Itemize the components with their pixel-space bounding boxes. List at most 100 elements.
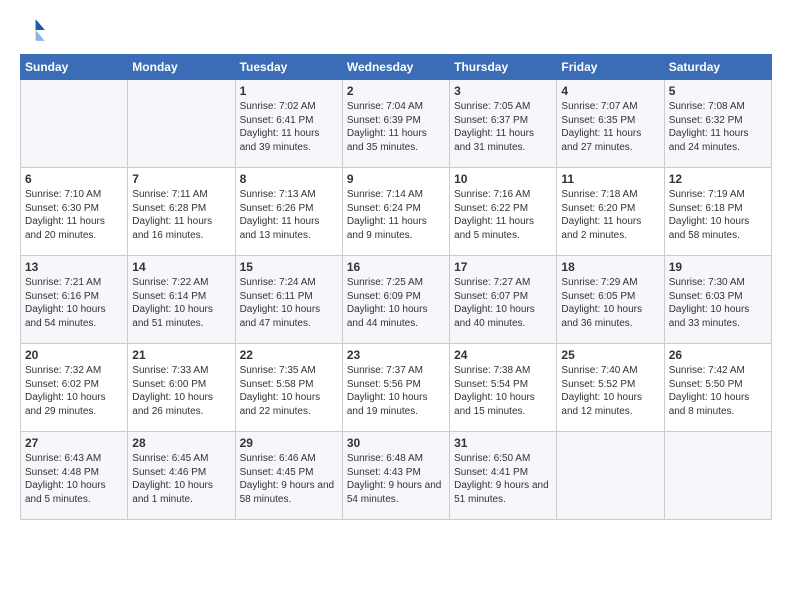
day-number: 15	[240, 260, 338, 274]
weekday-header-thursday: Thursday	[450, 55, 557, 80]
calendar-cell: 26 Sunrise: 7:42 AMSunset: 5:50 PMDayligh…	[664, 344, 771, 432]
day-info: Sunrise: 6:45 AMSunset: 4:46 PMDaylight:…	[132, 452, 230, 506]
day-info: Sunrise: 7:16 AMSunset: 6:22 PMDaylight:…	[454, 188, 552, 242]
day-info: Sunrise: 7:29 AMSunset: 6:05 PMDaylight:…	[561, 276, 659, 330]
day-info: Sunrise: 6:50 AMSunset: 4:41 PMDaylight:…	[454, 452, 552, 506]
day-number: 2	[347, 84, 445, 98]
day-info: Sunrise: 7:27 AMSunset: 6:07 PMDaylight:…	[454, 276, 552, 330]
weekday-header-tuesday: Tuesday	[235, 55, 342, 80]
day-info: Sunrise: 7:38 AMSunset: 5:54 PMDaylight:…	[454, 364, 552, 418]
calendar-cell: 23 Sunrise: 7:37 AMSunset: 5:56 PMDayligh…	[342, 344, 449, 432]
calendar-cell: 1Sunrise: 7:02 AMSunset: 6:41 PMDaylight…	[235, 80, 342, 168]
day-info: Sunrise: 7:22 AMSunset: 6:14 PMDaylight:…	[132, 276, 230, 330]
day-number: 25	[561, 348, 659, 362]
week-row-5: 27 Sunrise: 6:43 AMSunset: 4:48 PMDayligh…	[21, 432, 772, 520]
day-info: Sunrise: 7:10 AMSunset: 6:30 PMDaylight:…	[25, 188, 123, 242]
weekday-header-monday: Monday	[128, 55, 235, 80]
day-info: Sunrise: 7:24 AMSunset: 6:11 PMDaylight:…	[240, 276, 338, 330]
week-row-4: 20 Sunrise: 7:32 AMSunset: 6:02 PMDayligh…	[21, 344, 772, 432]
day-info: Sunrise: 6:46 AMSunset: 4:45 PMDaylight:…	[240, 452, 338, 506]
day-number: 7	[132, 172, 230, 186]
calendar-cell: 29 Sunrise: 6:46 AMSunset: 4:45 PMDayligh…	[235, 432, 342, 520]
day-info: Sunrise: 6:48 AMSunset: 4:43 PMDaylight:…	[347, 452, 445, 506]
day-number: 31	[454, 436, 552, 450]
day-number: 5	[669, 84, 767, 98]
day-info: Sunrise: 7:33 AMSunset: 6:00 PMDaylight:…	[132, 364, 230, 418]
day-number: 22	[240, 348, 338, 362]
day-number: 8	[240, 172, 338, 186]
week-row-3: 13Sunrise: 7:21 AMSunset: 6:16 PMDayligh…	[21, 256, 772, 344]
week-row-1: 1Sunrise: 7:02 AMSunset: 6:41 PMDaylight…	[21, 80, 772, 168]
calendar-cell: 10 Sunrise: 7:16 AMSunset: 6:22 PMDayligh…	[450, 168, 557, 256]
calendar-cell: 4 Sunrise: 7:07 AMSunset: 6:35 PMDaylight…	[557, 80, 664, 168]
day-number: 19	[669, 260, 767, 274]
calendar-cell: 19 Sunrise: 7:30 AMSunset: 6:03 PMDayligh…	[664, 256, 771, 344]
day-info: Sunrise: 7:25 AMSunset: 6:09 PMDaylight:…	[347, 276, 445, 330]
weekday-header-row: SundayMondayTuesdayWednesdayThursdayFrid…	[21, 55, 772, 80]
day-number: 23	[347, 348, 445, 362]
calendar-cell: 12Sunrise: 7:19 AMSunset: 6:18 PMDayligh…	[664, 168, 771, 256]
day-info: Sunrise: 7:40 AMSunset: 5:52 PMDaylight:…	[561, 364, 659, 418]
calendar-cell	[21, 80, 128, 168]
day-info: Sunrise: 7:05 AMSunset: 6:37 PMDaylight:…	[454, 100, 552, 154]
calendar-cell: 2 Sunrise: 7:04 AMSunset: 6:39 PMDaylight…	[342, 80, 449, 168]
day-number: 20	[25, 348, 123, 362]
day-number: 24	[454, 348, 552, 362]
day-number: 9	[347, 172, 445, 186]
weekday-header-sunday: Sunday	[21, 55, 128, 80]
day-number: 10	[454, 172, 552, 186]
day-number: 16	[347, 260, 445, 274]
day-info: Sunrise: 7:21 AMSunset: 6:16 PMDaylight:…	[25, 276, 123, 330]
day-info: Sunrise: 7:07 AMSunset: 6:35 PMDaylight:…	[561, 100, 659, 154]
day-info: Sunrise: 7:04 AMSunset: 6:39 PMDaylight:…	[347, 100, 445, 154]
week-row-2: 6 Sunrise: 7:10 AMSunset: 6:30 PMDaylight…	[21, 168, 772, 256]
calendar-cell: 5 Sunrise: 7:08 AMSunset: 6:32 PMDaylight…	[664, 80, 771, 168]
calendar-cell: 3 Sunrise: 7:05 AMSunset: 6:37 PMDaylight…	[450, 80, 557, 168]
day-number: 28	[132, 436, 230, 450]
weekday-header-saturday: Saturday	[664, 55, 771, 80]
day-number: 3	[454, 84, 552, 98]
day-info: Sunrise: 7:18 AMSunset: 6:20 PMDaylight:…	[561, 188, 659, 242]
calendar-table: SundayMondayTuesdayWednesdayThursdayFrid…	[20, 54, 772, 520]
day-info: Sunrise: 7:35 AMSunset: 5:58 PMDaylight:…	[240, 364, 338, 418]
page: SundayMondayTuesdayWednesdayThursdayFrid…	[0, 0, 792, 540]
day-number: 14	[132, 260, 230, 274]
calendar-cell: 21 Sunrise: 7:33 AMSunset: 6:00 PMDayligh…	[128, 344, 235, 432]
day-number: 27	[25, 436, 123, 450]
calendar-cell: 30Sunrise: 6:48 AMSunset: 4:43 PMDayligh…	[342, 432, 449, 520]
calendar-cell: 15 Sunrise: 7:24 AMSunset: 6:11 PMDayligh…	[235, 256, 342, 344]
day-info: Sunrise: 7:02 AMSunset: 6:41 PMDaylight:…	[240, 100, 338, 154]
calendar-cell: 18 Sunrise: 7:29 AMSunset: 6:05 PMDayligh…	[557, 256, 664, 344]
day-number: 29	[240, 436, 338, 450]
calendar-cell: 13Sunrise: 7:21 AMSunset: 6:16 PMDayligh…	[21, 256, 128, 344]
calendar-cell: 25 Sunrise: 7:40 AMSunset: 5:52 PMDayligh…	[557, 344, 664, 432]
day-info: Sunrise: 7:14 AMSunset: 6:24 PMDaylight:…	[347, 188, 445, 242]
day-info: Sunrise: 7:32 AMSunset: 6:02 PMDaylight:…	[25, 364, 123, 418]
day-number: 17	[454, 260, 552, 274]
day-info: Sunrise: 7:42 AMSunset: 5:50 PMDaylight:…	[669, 364, 767, 418]
day-number: 6	[25, 172, 123, 186]
calendar-cell: 31 Sunrise: 6:50 AMSunset: 4:41 PMDayligh…	[450, 432, 557, 520]
day-info: Sunrise: 7:37 AMSunset: 5:56 PMDaylight:…	[347, 364, 445, 418]
weekday-header-friday: Friday	[557, 55, 664, 80]
header	[20, 16, 772, 44]
day-number: 4	[561, 84, 659, 98]
day-number: 11	[561, 172, 659, 186]
calendar-cell: 14 Sunrise: 7:22 AMSunset: 6:14 PMDayligh…	[128, 256, 235, 344]
weekday-header-wednesday: Wednesday	[342, 55, 449, 80]
calendar-cell: 7Sunrise: 7:11 AMSunset: 6:28 PMDaylight…	[128, 168, 235, 256]
day-number: 21	[132, 348, 230, 362]
calendar-cell: 22 Sunrise: 7:35 AMSunset: 5:58 PMDayligh…	[235, 344, 342, 432]
day-info: Sunrise: 7:08 AMSunset: 6:32 PMDaylight:…	[669, 100, 767, 154]
calendar-cell: 9 Sunrise: 7:14 AMSunset: 6:24 PMDaylight…	[342, 168, 449, 256]
day-number: 18	[561, 260, 659, 274]
day-info: Sunrise: 7:19 AMSunset: 6:18 PMDaylight:…	[669, 188, 767, 242]
day-info: Sunrise: 7:30 AMSunset: 6:03 PMDaylight:…	[669, 276, 767, 330]
logo-icon	[20, 16, 48, 44]
calendar-cell	[664, 432, 771, 520]
day-info: Sunrise: 6:43 AMSunset: 4:48 PMDaylight:…	[25, 452, 123, 506]
calendar-cell: 28 Sunrise: 6:45 AMSunset: 4:46 PMDayligh…	[128, 432, 235, 520]
day-number: 26	[669, 348, 767, 362]
calendar-cell: 16 Sunrise: 7:25 AMSunset: 6:09 PMDayligh…	[342, 256, 449, 344]
calendar-cell	[557, 432, 664, 520]
